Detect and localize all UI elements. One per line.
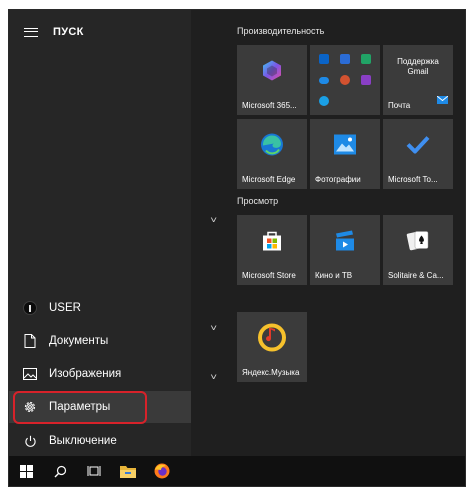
store-icon (261, 230, 283, 257)
start-header: ПУСК (9, 10, 191, 54)
power-icon (9, 425, 49, 457)
tile-movies-tv[interactable]: Кино и ТВ (310, 215, 380, 285)
tile-solitaire[interactable]: Solitaire & Ca... (383, 215, 453, 285)
chevron-down-icon[interactable]: ˅ (210, 323, 217, 333)
chevron-down-icon[interactable]: ˅ (210, 372, 217, 382)
checkmark-icon (406, 136, 430, 159)
tile-label: Solitaire & Ca... (388, 271, 444, 280)
hamburger-icon[interactable] (9, 10, 53, 54)
file-explorer-icon[interactable] (111, 456, 145, 486)
nav-user-label: USER (49, 302, 81, 314)
tile-todo[interactable]: Microsoft To... (383, 119, 453, 189)
tile-photos[interactable]: Фотографии (310, 119, 380, 189)
nav-item-pictures[interactable]: Изображения (9, 358, 191, 390)
document-icon (9, 325, 49, 357)
nav-item-power[interactable]: Выключение (9, 425, 191, 457)
nav-documents-label: Документы (49, 335, 109, 347)
windows-logo-icon[interactable] (9, 456, 43, 486)
user-avatar-icon (23, 301, 37, 315)
yandex-music-icon (258, 323, 286, 357)
search-icon[interactable] (43, 456, 77, 486)
cards-icon (406, 230, 430, 257)
tile-label: Фотографии (315, 175, 361, 184)
edge-icon (260, 133, 284, 162)
tile-microsoft-store[interactable]: Microsoft Store (237, 215, 307, 285)
group-productivity-label: Производительность (237, 26, 325, 36)
nav-power-label: Выключение (49, 435, 117, 447)
excel-icon (356, 49, 376, 69)
onedrive-icon (314, 70, 334, 90)
tile-label: Microsoft Edge (242, 175, 296, 184)
tile-label: Microsoft To... (388, 175, 438, 184)
tile-yandex-music[interactable]: Яндекс.Музыка (237, 312, 307, 382)
task-view-icon[interactable] (77, 456, 111, 486)
nav-item-documents[interactable]: Документы (9, 325, 191, 357)
tile-label: Яндекс.Музыка (242, 368, 300, 377)
photos-icon (334, 134, 356, 160)
onenote-icon (356, 70, 376, 90)
outlook-icon (314, 49, 334, 69)
gmail-support-text: Поддержка Gmail (397, 57, 439, 76)
nav-settings-label: Параметры (49, 401, 111, 413)
nav-item-user[interactable]: USER (9, 292, 191, 324)
microsoft-365-icon (261, 60, 283, 87)
pictures-icon (9, 358, 49, 390)
tile-edge[interactable]: Microsoft Edge (237, 119, 307, 189)
powerpoint-icon (335, 70, 355, 90)
start-title: ПУСК (53, 26, 84, 38)
tile-microsoft-365[interactable]: Microsoft 365... (237, 45, 307, 115)
mail-icon (436, 91, 449, 109)
tile-mail[interactable]: Поддержка Gmail Почта (383, 45, 453, 115)
nav-pictures-label: Изображения (49, 368, 122, 380)
movies-icon (333, 230, 357, 257)
tile-label: Microsoft 365... (242, 101, 297, 110)
start-menu: ПУСК USER Документы Изображения Параметр… (8, 9, 466, 487)
firefox-icon[interactable] (145, 456, 179, 486)
chevron-down-icon[interactable]: ˅ (210, 215, 217, 225)
tile-label: Microsoft Store (242, 271, 296, 280)
gear-icon (9, 391, 49, 423)
skype-icon (314, 91, 334, 111)
nav-item-settings[interactable]: Параметры (9, 391, 191, 423)
word-icon (335, 49, 355, 69)
start-left-pane: ПУСК USER Документы Изображения Параметр… (9, 10, 191, 458)
tile-label: Кино и ТВ (315, 271, 353, 280)
group-explore-label: Просмотр (237, 196, 279, 206)
tile-office-apps-folder[interactable] (310, 45, 380, 115)
taskbar (9, 456, 465, 486)
